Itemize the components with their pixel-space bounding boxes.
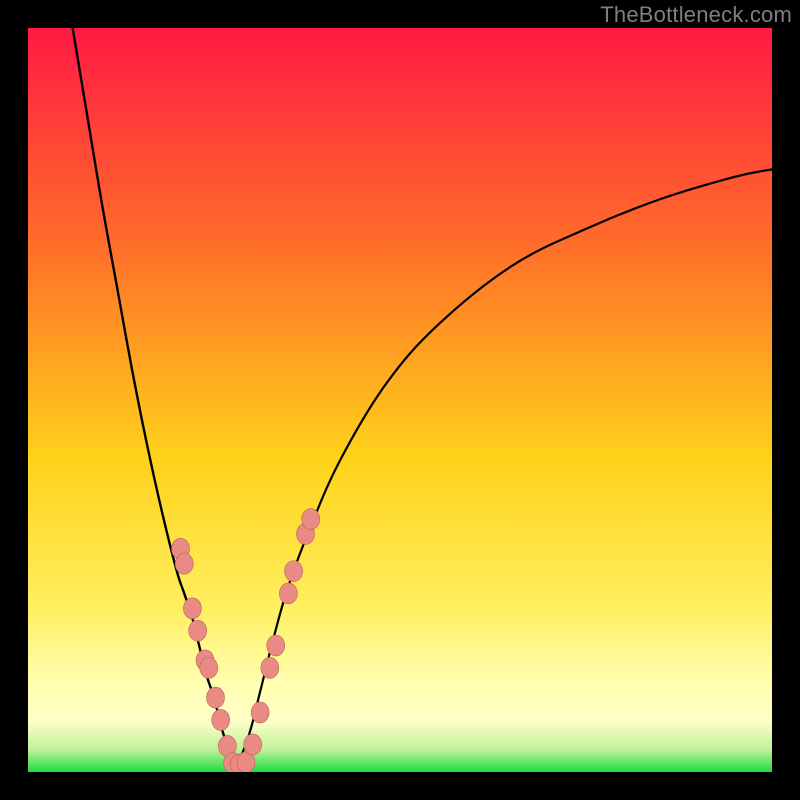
overlay-dot (285, 561, 303, 582)
stage: TheBottleneck.com (0, 0, 800, 800)
overlay-dot (183, 598, 201, 619)
overlay-dot (261, 657, 279, 678)
overlay-dot (189, 620, 207, 641)
overlay-dot (200, 657, 218, 678)
overlay-dot (244, 734, 262, 755)
overlay-dot (302, 509, 320, 530)
overlay-dot (267, 635, 285, 656)
overlay-dot (251, 702, 269, 723)
gradient-background (28, 28, 772, 772)
overlay-dot (206, 687, 224, 708)
overlay-dot (175, 553, 193, 574)
plot-area (28, 28, 772, 772)
overlay-dot (212, 709, 230, 730)
watermark-text: TheBottleneck.com (600, 2, 792, 28)
overlay-dot (279, 583, 297, 604)
chart-svg (28, 28, 772, 772)
